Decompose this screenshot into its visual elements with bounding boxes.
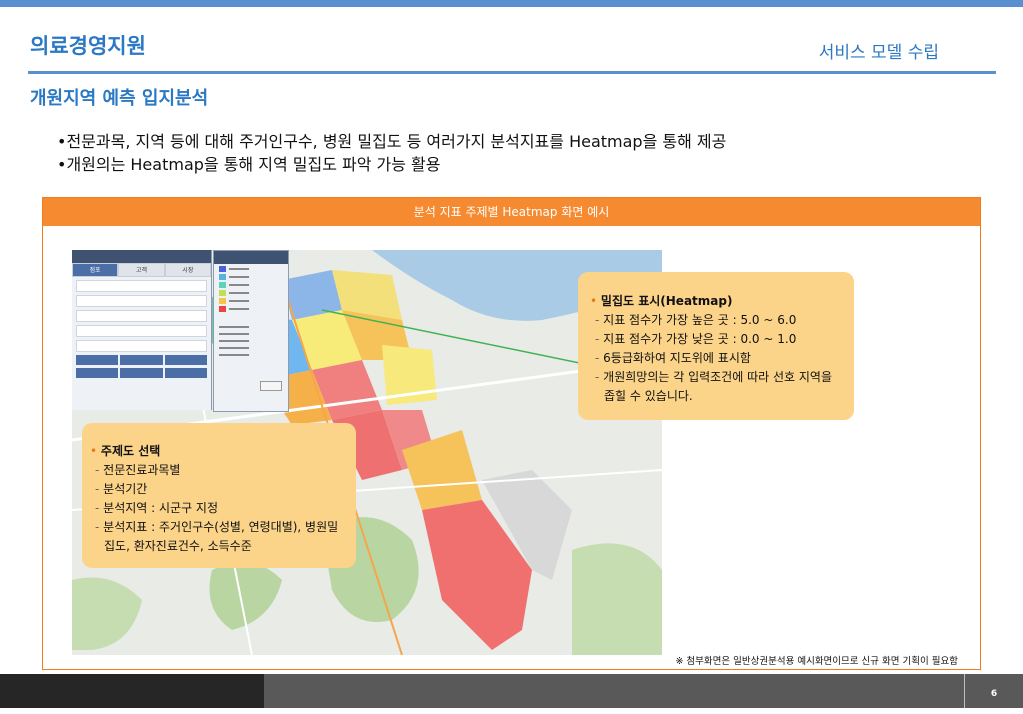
bullet-list: 전문과목, 지역 등에 대해 주거인구수, 병원 밀집도 등 여러가지 분석지표… <box>57 130 726 176</box>
callout-item: 6등급화하여 지도위에 표시함 <box>590 349 842 368</box>
legend-stats <box>219 326 283 356</box>
top-accent-bar <box>0 0 1023 7</box>
filter-row[interactable] <box>76 310 207 322</box>
filter-row[interactable] <box>76 295 207 307</box>
tab-market[interactable]: 시장 <box>164 263 211 277</box>
indicator-button[interactable] <box>164 368 207 378</box>
footnote: ※ 첨부화면은 일반상권분석용 예시화면이므로 신규 화면 기획이 필요함 <box>675 656 958 667</box>
legend-swatch <box>219 290 288 296</box>
bullet-item: 개원의는 Heatmap을 통해 지역 밀집도 파악 가능 활용 <box>57 153 726 176</box>
theme-panel-tabs: 점포 고객 시장 <box>72 263 211 277</box>
heatmap-callout: 밀집도 표시(Heatmap) 지표 점수가 가장 높은 곳 : 5.0 ~ 6… <box>578 272 854 420</box>
slide-section-label: 서비스 모델 수립 <box>818 43 939 63</box>
indicator-button[interactable] <box>120 355 163 365</box>
filter-row[interactable] <box>76 340 207 352</box>
legend-swatch <box>219 306 288 312</box>
title-divider <box>28 71 996 74</box>
callout-item: 분석지표 : 주거인구수(성별, 연령대별), 병원밀집도, 환자진료건수, 소… <box>90 518 344 556</box>
frame-heading: 분석 지표 주제별 Heatmap 화면 예시 <box>43 198 980 226</box>
indicator-buttons <box>76 355 207 365</box>
indicator-buttons <box>76 368 207 378</box>
slide-title: 의료경영지원 <box>30 34 146 58</box>
filter-row[interactable] <box>76 280 207 292</box>
callout-item: 지표 점수가 가장 높은 곳 : 5.0 ~ 6.0 <box>590 311 842 330</box>
legend-titlebar <box>214 251 288 264</box>
callout-item: 분석기간 <box>90 480 344 499</box>
slide-subtitle: 개원지역 예측 입지분석 <box>30 88 209 109</box>
indicator-button[interactable] <box>120 368 163 378</box>
filter-row[interactable] <box>76 325 207 337</box>
apply-button[interactable] <box>260 381 282 391</box>
callout-title: 밀집도 표시(Heatmap) <box>590 292 842 311</box>
legend-swatch <box>219 274 288 280</box>
theme-panel-titlebar <box>72 250 211 263</box>
page-number: 6 <box>964 674 1023 708</box>
tab-customer[interactable]: 고객 <box>118 263 165 277</box>
callout-item: 전문진료과목별 <box>90 461 344 480</box>
legend-swatch <box>219 298 288 304</box>
indicator-button[interactable] <box>164 355 207 365</box>
legend-swatch <box>219 282 288 288</box>
callout-title: 주제도 선택 <box>90 442 344 461</box>
footer-dark-block <box>0 674 264 708</box>
legend-panel <box>213 250 289 412</box>
tab-store[interactable]: 점포 <box>72 263 119 277</box>
bullet-item: 전문과목, 지역 등에 대해 주거인구수, 병원 밀집도 등 여러가지 분석지표… <box>57 130 726 153</box>
indicator-button[interactable] <box>76 355 119 365</box>
indicator-button[interactable] <box>76 368 119 378</box>
theme-map-panel: 점포 고객 시장 <box>72 250 212 410</box>
callout-item: 분석지역 : 시군구 지정 <box>90 499 344 518</box>
theme-select-callout: 주제도 선택 전문진료과목별 분석기간 분석지역 : 시군구 지정 분석지표 :… <box>82 423 356 568</box>
legend-swatch <box>219 266 288 272</box>
callout-item: 개원희망의는 각 입력조건에 따라 선호 지역을 좁힐 수 있습니다. <box>590 368 842 406</box>
callout-item: 지표 점수가 가장 낮은 곳 : 0.0 ~ 1.0 <box>590 330 842 349</box>
